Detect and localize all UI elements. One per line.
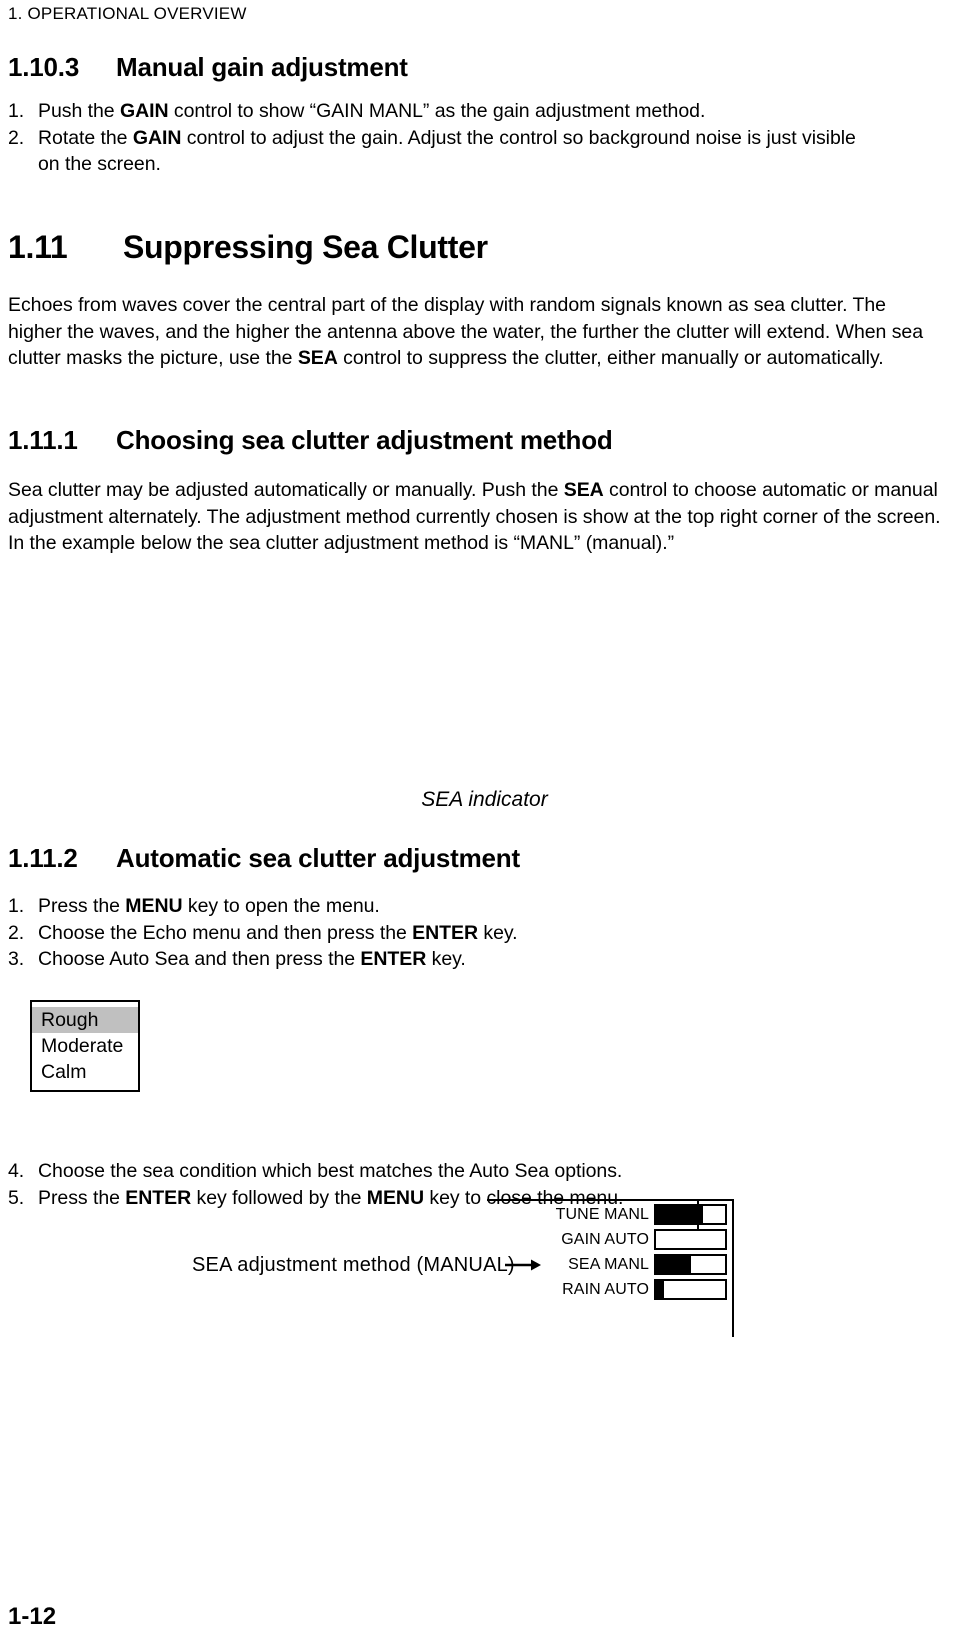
menu-item-rough[interactable]: Rough bbox=[32, 1007, 138, 1033]
menu-item-calm[interactable]: Calm bbox=[32, 1059, 138, 1085]
step-text-part: Press the bbox=[38, 895, 126, 917]
steps-list-1-11-2-top: 1. Press the MENU key to open the menu. … bbox=[8, 893, 928, 973]
heading-1-11-2: 1.11.2 Automatic sea clutter adjustment bbox=[8, 843, 520, 873]
indicator-row-rain: RAIN AUTO bbox=[487, 1277, 727, 1302]
steps-list-1-11-2-bottom: 4. Choose the sea condition which best m… bbox=[8, 1158, 928, 1211]
step-text-part: control to show “GAIN MANL” as the gain … bbox=[168, 100, 706, 122]
figure-caption: SEA indicator bbox=[421, 788, 548, 811]
list-marker: 1. bbox=[8, 100, 25, 122]
indicator-bar-sea bbox=[654, 1254, 727, 1275]
list-item: 2. Rotate the GAIN control to adjust the… bbox=[8, 125, 928, 178]
heading-1-11-1-title: Choosing sea clutter adjustment method bbox=[116, 425, 613, 455]
step-text-part: control to adjust the gain. Adjust the c… bbox=[181, 126, 856, 149]
step-key-menu: MENU bbox=[125, 895, 183, 917]
step-text-part: key followed by the bbox=[191, 1186, 367, 1209]
menu-item-label: Moderate bbox=[41, 1035, 124, 1057]
heading-1-11-number: 1.11 bbox=[8, 229, 68, 265]
list-item: 4. Choose the sea condition which best m… bbox=[8, 1158, 928, 1185]
step-text-part: key. bbox=[426, 948, 466, 970]
paragraph-line: control to choose automatic bbox=[603, 479, 847, 501]
indicator-row-gain: GAIN AUTO bbox=[487, 1227, 727, 1252]
heading-1-10-3-number: 1.10.3 bbox=[8, 52, 80, 82]
steps-list-1-10-3: 1. Push the GAIN control to show “GAIN M… bbox=[8, 98, 928, 178]
list-item: 1. Push the GAIN control to show “GAIN M… bbox=[8, 98, 928, 125]
step-key-gain: GAIN bbox=[119, 100, 169, 122]
paragraph-key-sea: SEA bbox=[297, 347, 338, 369]
paragraph-line: control to suppress the clutter, either bbox=[337, 347, 656, 369]
list-item-text: Choose the Echo menu and then press the … bbox=[38, 920, 928, 947]
auto-sea-menu[interactable]: Rough Moderate Calm bbox=[30, 1000, 140, 1092]
list-marker: 4. bbox=[8, 1160, 25, 1182]
indicator-row-sea: SEA MANL bbox=[487, 1252, 727, 1277]
step-text-part: Press the bbox=[38, 1186, 126, 1209]
heading-1-11-2-number: 1.11.2 bbox=[8, 843, 78, 873]
paragraph-key-sea: SEA bbox=[563, 479, 604, 501]
heading-1-10-3: 1.10.3 Manual gain adjustment bbox=[8, 52, 408, 82]
sea-indicator-figure: SEA adjustment method (MANUAL) TUNE MANL… bbox=[0, 590, 969, 1337]
indicator-label: GAIN AUTO bbox=[561, 1230, 649, 1248]
list-marker: 2. bbox=[8, 921, 25, 944]
list-item: 2. Choose the Echo menu and then press t… bbox=[8, 920, 928, 947]
indicator-label: RAIN AUTO bbox=[562, 1280, 649, 1298]
list-marker: 1. bbox=[8, 895, 25, 917]
page-number: 1-12 bbox=[8, 1603, 57, 1630]
list-item-text: Press the ENTER key followed by the MENU… bbox=[38, 1185, 928, 1212]
heading-1-11: 1.11 Suppressing Sea Clutter bbox=[8, 228, 488, 266]
list-item-text: Push the GAIN control to show “GAIN MANL… bbox=[38, 98, 928, 125]
list-marker: 2. bbox=[8, 126, 25, 149]
menu-item-moderate[interactable]: Moderate bbox=[32, 1033, 138, 1059]
paragraph-line: manually or automatically. bbox=[660, 347, 884, 369]
list-item-text: Rotate the GAIN control to adjust the ga… bbox=[38, 125, 928, 152]
paragraph-line: Echoes from waves cover the central part… bbox=[8, 294, 848, 316]
running-header: 1. OPERATIONAL OVERVIEW bbox=[8, 4, 247, 23]
step-text-part: Choose the Echo menu and then press the bbox=[38, 921, 413, 944]
step-text-part: Choose Auto Sea and then press the bbox=[38, 948, 361, 970]
indicator-bar-fill bbox=[656, 1281, 664, 1298]
list-item-text-continued: on the screen. bbox=[38, 153, 161, 175]
paragraph-1-11: Echoes from waves cover the central part… bbox=[8, 292, 938, 372]
paragraph-1-11-1: Sea clutter may be adjusted automaticall… bbox=[8, 477, 953, 557]
list-item: 5. Press the ENTER key followed by the M… bbox=[8, 1185, 928, 1212]
menu-item-label: Calm bbox=[41, 1061, 87, 1083]
step-text-part: key to open the menu. bbox=[182, 895, 380, 917]
indicator-bar-rain bbox=[654, 1279, 727, 1300]
step-text-part: Push the bbox=[38, 100, 120, 122]
step-text-part: Rotate the bbox=[38, 126, 133, 149]
list-item: 1. Press the MENU key to open the menu. bbox=[8, 893, 928, 920]
indicator-bar-gain bbox=[654, 1229, 727, 1250]
indicator-rows: TUNE MANL GAIN AUTO SEA MANL RAIN AUTO bbox=[487, 1200, 727, 1302]
list-item-text: Press the MENU key to open the menu. bbox=[38, 893, 928, 920]
paragraph-line: Sea clutter may be adjusted automaticall… bbox=[8, 479, 564, 501]
document-page: 1. OPERATIONAL OVERVIEW 1.10.3 Manual gai… bbox=[0, 0, 969, 1639]
menu-item-label: Rough bbox=[41, 1009, 105, 1031]
heading-1-11-title: Suppressing Sea Clutter bbox=[123, 229, 488, 265]
step-key-enter: ENTER bbox=[125, 1186, 192, 1209]
step-key-enter: ENTER bbox=[412, 921, 479, 944]
heading-1-11-1-number: 1.11.1 bbox=[8, 425, 78, 455]
list-item-text: Choose Auto Sea and then press the ENTER… bbox=[38, 946, 928, 973]
step-key-enter: ENTER bbox=[360, 948, 427, 970]
step-text-part: key to close the menu. bbox=[424, 1186, 624, 1209]
screen-frame-right-rule bbox=[732, 1199, 734, 1337]
indicator-label: SEA MANL bbox=[568, 1255, 649, 1273]
list-item-text: Choose the sea condition which best matc… bbox=[38, 1160, 623, 1182]
step-text-part: key. bbox=[478, 921, 518, 944]
heading-1-11-2-title: Automatic sea clutter adjustment bbox=[116, 843, 520, 873]
list-marker: 3. bbox=[8, 948, 25, 970]
paragraph-line: (manual).” bbox=[585, 532, 675, 554]
step-key-menu: MENU bbox=[366, 1186, 424, 1209]
indicator-bar-fill bbox=[656, 1256, 691, 1273]
list-item: 3. Choose Auto Sea and then press the EN… bbox=[8, 946, 928, 973]
step-key-gain: GAIN bbox=[132, 126, 182, 149]
heading-1-11-1: 1.11.1 Choosing sea clutter adjustment me… bbox=[8, 425, 613, 455]
heading-1-10-3-title: Manual gain adjustment bbox=[116, 52, 408, 82]
figure-annotation-label: SEA adjustment method (MANUAL) bbox=[192, 1254, 515, 1276]
list-marker: 5. bbox=[8, 1186, 25, 1209]
